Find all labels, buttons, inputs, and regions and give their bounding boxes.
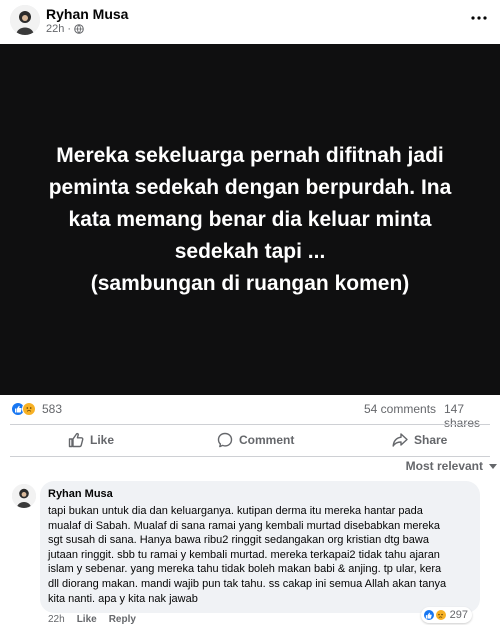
globe-icon	[74, 24, 84, 34]
post-image[interactable]: Mereka sekeluarga pernah difitnah jadi p…	[0, 44, 500, 395]
reaction-icons[interactable]	[11, 402, 36, 416]
reactions-summary: 583 54 comments 147 shares	[0, 395, 500, 430]
comment-bubble: Ryhan Musa tapi bukan untuk dia dan kelu…	[40, 481, 480, 623]
comment-icon	[217, 432, 233, 448]
comment-like-link[interactable]: Like	[77, 614, 97, 625]
comment-author[interactable]: Ryhan Musa	[48, 488, 472, 500]
like-button-label: Like	[90, 433, 115, 447]
comment-text: tapi bukan untuk dia dan keluarganya. ku…	[48, 505, 447, 605]
reaction-count[interactable]: 583	[42, 402, 62, 416]
caret-down-icon	[489, 463, 497, 469]
post-actions: Like Comment Share	[0, 425, 500, 455]
share-icon	[392, 433, 408, 447]
like-button[interactable]: Like	[68, 425, 114, 455]
post-header: Ryhan Musa 22h ·	[0, 0, 500, 44]
comment-time[interactable]: 22h	[48, 614, 65, 625]
comment-button[interactable]: Comment	[217, 425, 294, 455]
comment-count[interactable]: 54 comments	[364, 402, 436, 416]
sad-reaction-icon	[434, 609, 447, 621]
share-button-label: Share	[414, 433, 448, 447]
comment-sort-dropdown[interactable]: Most relevant	[406, 457, 500, 475]
commenter-avatar[interactable]	[12, 484, 36, 508]
comment-reply-link[interactable]: Reply	[109, 614, 136, 625]
comment-reaction-count: 297	[449, 609, 468, 621]
more-dots-icon	[471, 16, 487, 20]
comment-reactions[interactable]: 297	[420, 607, 472, 623]
post-author-name[interactable]: Ryhan Musa	[46, 6, 128, 22]
sad-reaction-icon	[22, 402, 36, 416]
post-image-text: Mereka sekeluarga pernah difitnah jadi p…	[48, 143, 452, 295]
author-avatar[interactable]	[10, 5, 40, 35]
thumbs-up-icon	[68, 432, 84, 448]
sort-label: Most relevant	[405, 459, 483, 473]
share-button[interactable]: Share	[392, 425, 447, 455]
comment-button-label: Comment	[239, 433, 295, 447]
post-time[interactable]: 22h	[46, 23, 64, 35]
more-options-button[interactable]	[468, 8, 490, 28]
comment-footer: 22h Like Reply	[48, 614, 136, 625]
meta-separator: ·	[67, 23, 72, 35]
like-reaction-icon	[422, 609, 435, 621]
post-meta: 22h ·	[46, 23, 84, 35]
